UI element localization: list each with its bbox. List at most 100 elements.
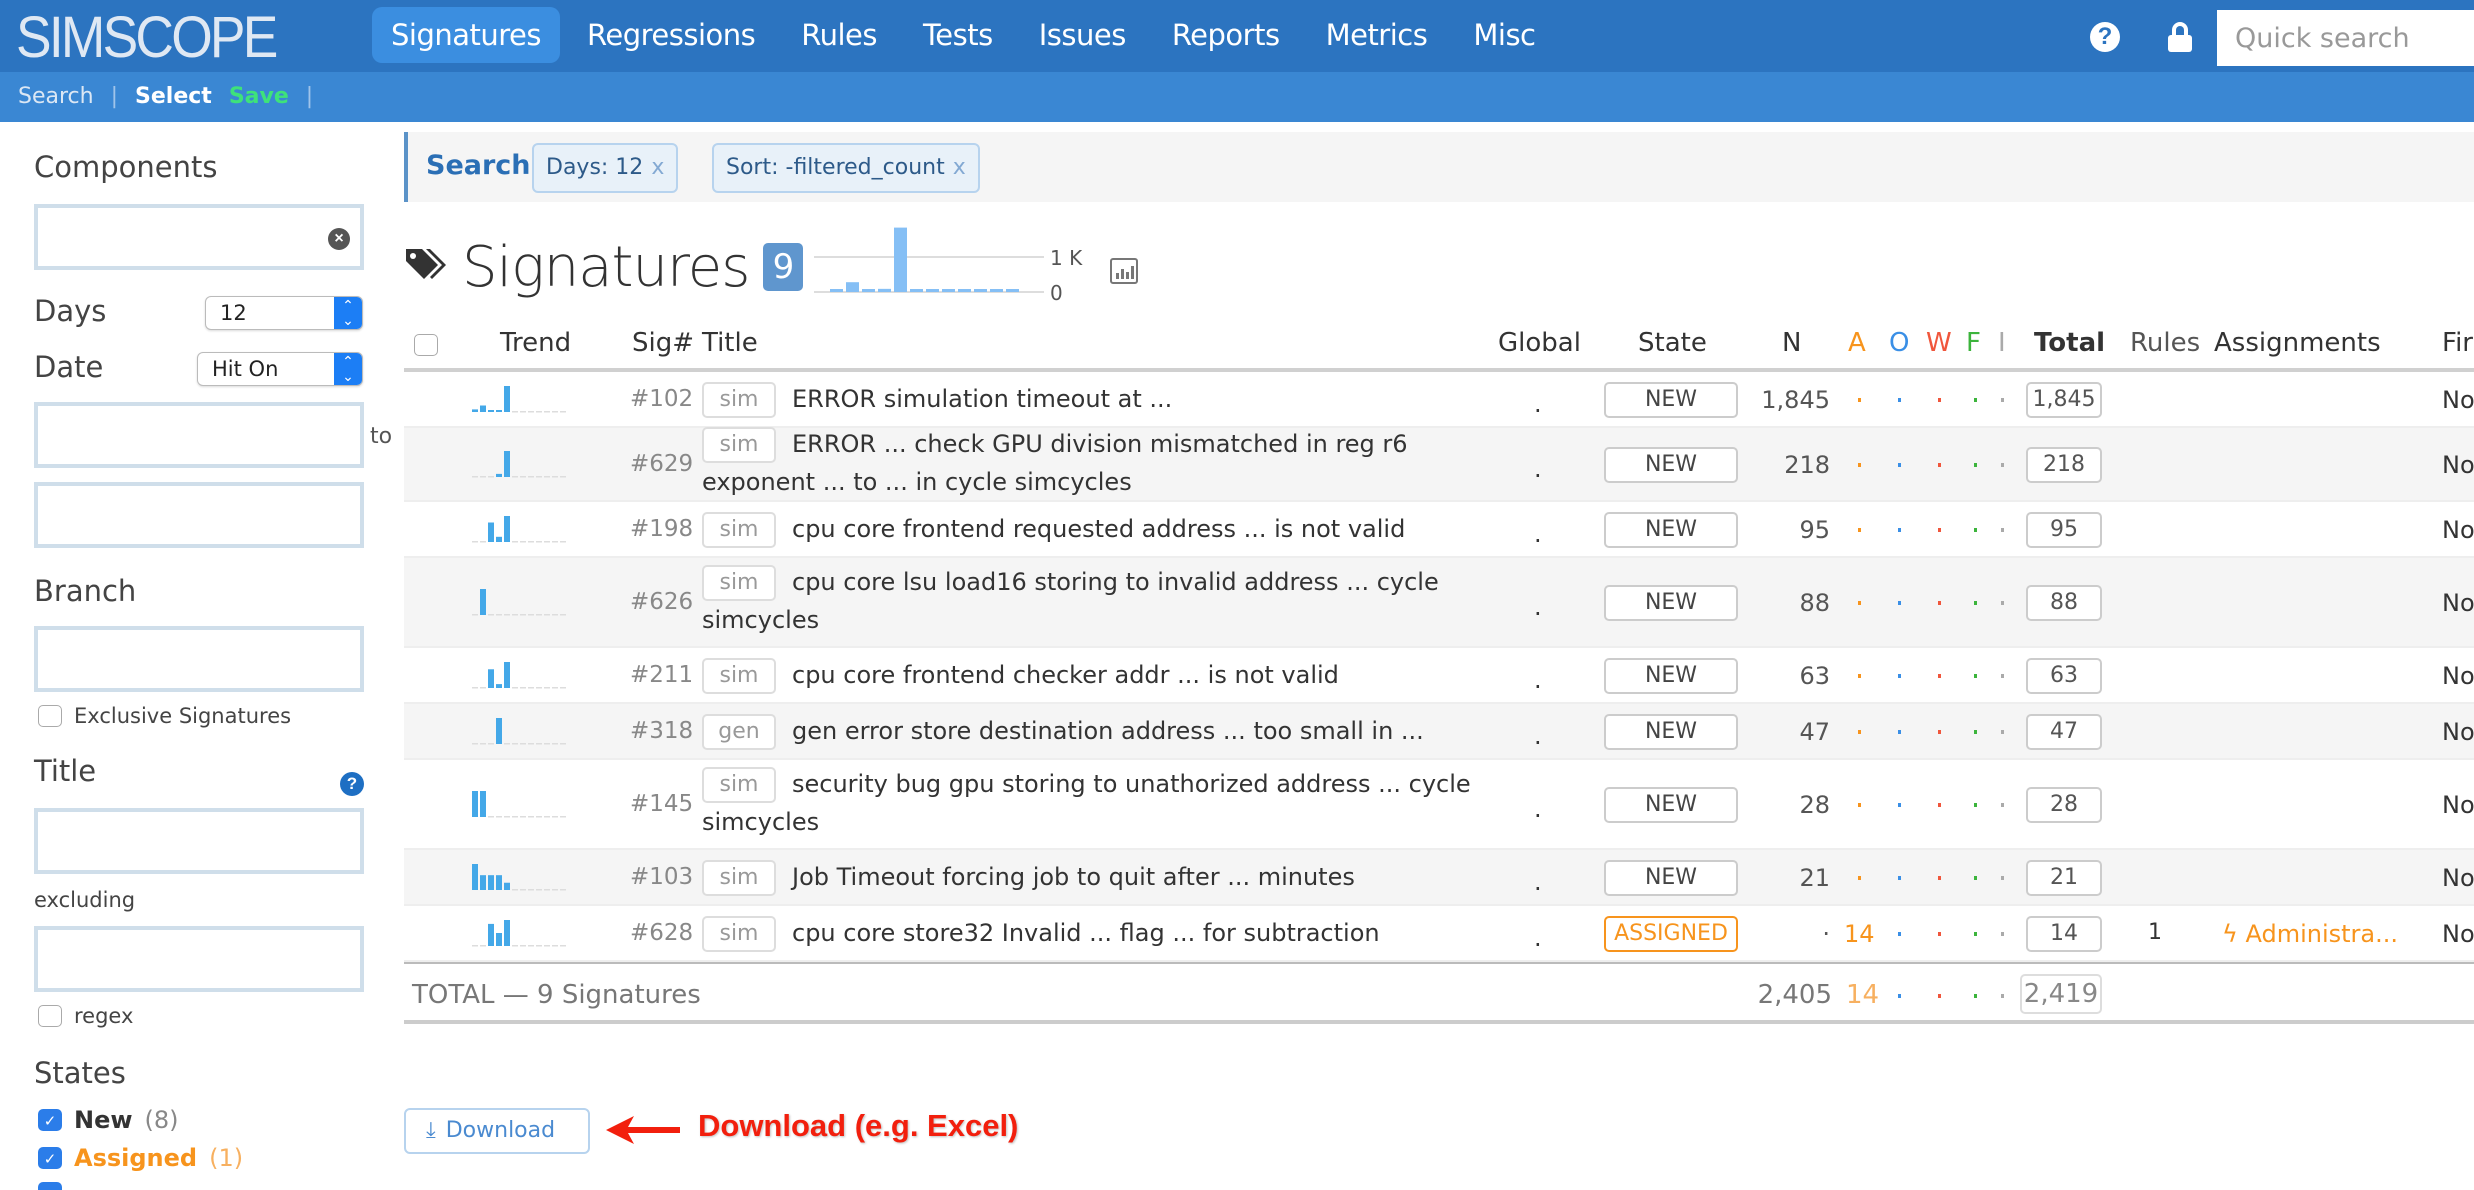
total-a: 14 [1846, 980, 1880, 1010]
assignment-link[interactable]: ϟ Administra... [2222, 920, 2398, 948]
clear-icon[interactable]: × [328, 228, 350, 250]
state-badge[interactable]: NEW [1604, 382, 1738, 418]
branch-label: Branch [34, 574, 137, 608]
nav-rules[interactable]: Rules [782, 7, 896, 63]
bar-chart-icon[interactable] [1110, 258, 1138, 284]
filter-chip-days[interactable]: Days: 12 x [532, 143, 679, 193]
col-w[interactable]: W [1926, 328, 1952, 358]
trend-baseline [544, 743, 550, 745]
col-n[interactable]: N [1782, 328, 1801, 358]
signature-title[interactable]: gen error store destination address ... … [792, 712, 1424, 750]
sig-number[interactable]: #318 [630, 718, 693, 744]
days-select[interactable]: 12 ⌃ ⌄ [205, 296, 363, 330]
sig-number[interactable]: #628 [630, 920, 693, 946]
sig-number[interactable]: #198 [630, 516, 693, 542]
date-from-input[interactable] [34, 402, 364, 468]
nav-regressions[interactable]: Regressions [568, 7, 774, 63]
rules-count[interactable]: 1 [2148, 920, 2162, 945]
sig-number[interactable]: #626 [630, 589, 693, 615]
signature-title[interactable]: ERROR simulation timeout at ... [792, 380, 1172, 418]
excluding-input[interactable] [34, 926, 364, 992]
sig-number[interactable]: #211 [630, 662, 693, 688]
col-title[interactable]: Title [702, 328, 758, 358]
col-i[interactable]: I [1998, 328, 2006, 358]
download-button[interactable]: ⤓ Download [404, 1108, 590, 1154]
state-filter-assigned[interactable]: ✓ Assigned (1) [38, 1144, 243, 1172]
help-icon[interactable]: ? [2090, 22, 2120, 52]
branch-input[interactable] [34, 626, 364, 692]
nav-tests[interactable]: Tests [904, 7, 1012, 63]
sig-number[interactable]: #103 [630, 864, 693, 890]
trend-baseline [512, 945, 518, 947]
state-badge[interactable]: NEW [1604, 658, 1738, 694]
state-badge[interactable]: NEW [1604, 860, 1738, 896]
signature-title[interactable]: cpu core frontend requested address ... … [792, 510, 1405, 548]
quick-search-input[interactable] [2217, 10, 2474, 66]
checkbox[interactable] [38, 705, 62, 727]
table-row[interactable]: #198 sim cpu core frontend requested addre… [404, 502, 2474, 558]
state-badge[interactable]: NEW [1604, 585, 1738, 621]
checkbox-checked[interactable]: ✓ [38, 1109, 62, 1131]
col-o[interactable]: O [1889, 328, 1909, 358]
col-a[interactable]: A [1848, 328, 1866, 358]
remove-chip-icon[interactable]: x [651, 155, 664, 180]
sig-number[interactable]: #145 [630, 791, 693, 817]
title-input[interactable] [34, 808, 364, 874]
components-input[interactable]: × [34, 204, 364, 270]
table-row[interactable]: #318 gen gen error store destination addre… [404, 704, 2474, 760]
state-badge[interactable]: NEW [1604, 787, 1738, 823]
nav-signatures[interactable]: Signatures [372, 7, 561, 63]
nav-issues[interactable]: Issues [1020, 7, 1145, 63]
sig-number[interactable]: #102 [630, 386, 693, 412]
state-filter-more[interactable] [38, 1182, 74, 1190]
subnav-search-link[interactable]: Search [18, 84, 94, 109]
nav-metrics[interactable]: Metrics [1307, 7, 1447, 63]
signature-title[interactable]: cpu core lsu load16 storing to invalid a… [702, 563, 1482, 639]
date-select[interactable]: Hit On ⌃ ⌄ [197, 352, 363, 386]
table-row[interactable]: #103 sim Job Timeout forcing job to quit a… [404, 850, 2474, 906]
subnav-save-link[interactable]: Save [229, 84, 289, 109]
col-trend[interactable]: Trend [500, 328, 571, 358]
date-to-input[interactable] [34, 482, 364, 548]
table-row[interactable]: #626 sim cpu core lsu load16 storing to in… [404, 558, 2474, 648]
first-value: No [2442, 791, 2474, 819]
table-row[interactable]: #102 sim ERROR simulation timeout at .... N… [404, 372, 2474, 428]
table-row[interactable]: #211 sim cpu core frontend checker addr ..… [404, 648, 2474, 704]
select-all-checkbox[interactable] [414, 334, 438, 356]
signature-title[interactable]: cpu core store32 Invalid ... flag ... fo… [792, 914, 1380, 952]
signature-title[interactable]: cpu core frontend checker addr ... is no… [792, 656, 1339, 694]
checkbox[interactable] [38, 1005, 62, 1027]
subnav-select-link[interactable]: Select [135, 84, 212, 109]
signature-title[interactable]: ERROR ... check GPU division mismatched … [702, 425, 1482, 501]
sig-number[interactable]: #629 [630, 451, 693, 477]
col-total[interactable]: Total [2034, 328, 2105, 358]
table-row[interactable]: #628 sim cpu core store32 Invalid ... flag… [404, 906, 2474, 962]
table-row[interactable]: #145 sim security bug gpu storing to unath… [404, 760, 2474, 850]
checkbox-checked[interactable]: ✓ [38, 1147, 62, 1169]
state-filter-new[interactable]: ✓ New (8) [38, 1106, 179, 1134]
brand-logo[interactable]: SIMSCOPE [16, 4, 278, 71]
col-f[interactable]: F [1966, 328, 1981, 358]
state-badge[interactable]: NEW [1604, 512, 1738, 548]
lock-icon[interactable] [2168, 22, 2192, 52]
col-rules[interactable]: Rules [2130, 328, 2200, 358]
col-sig[interactable]: Sig# [632, 328, 694, 358]
remove-chip-icon[interactable]: x [953, 155, 966, 180]
col-assignments[interactable]: Assignments [2214, 328, 2381, 358]
col-global[interactable]: Global [1498, 328, 1581, 358]
state-badge[interactable]: ASSIGNED [1604, 916, 1738, 952]
state-badge[interactable]: NEW [1604, 714, 1738, 750]
nav-reports[interactable]: Reports [1153, 7, 1299, 63]
col-state[interactable]: State [1638, 328, 1707, 358]
nav-misc[interactable]: Misc [1454, 7, 1554, 63]
exclusive-signatures-checkbox[interactable]: Exclusive Signatures [38, 704, 291, 728]
checkbox-checked[interactable] [38, 1182, 62, 1190]
regex-checkbox[interactable]: regex [38, 1004, 133, 1028]
filter-chip-sort[interactable]: Sort: -filtered_count x [712, 143, 980, 193]
table-row[interactable]: #629 sim ERROR ... check GPU division mism… [404, 425, 2474, 502]
signature-title[interactable]: Job Timeout forcing job to quit after ..… [792, 858, 1355, 896]
title-help-icon[interactable]: ? [340, 772, 364, 796]
signature-title[interactable]: security bug gpu storing to unathorized … [702, 765, 1482, 841]
state-badge[interactable]: NEW [1604, 447, 1738, 483]
col-first[interactable]: Fir [2442, 328, 2473, 358]
